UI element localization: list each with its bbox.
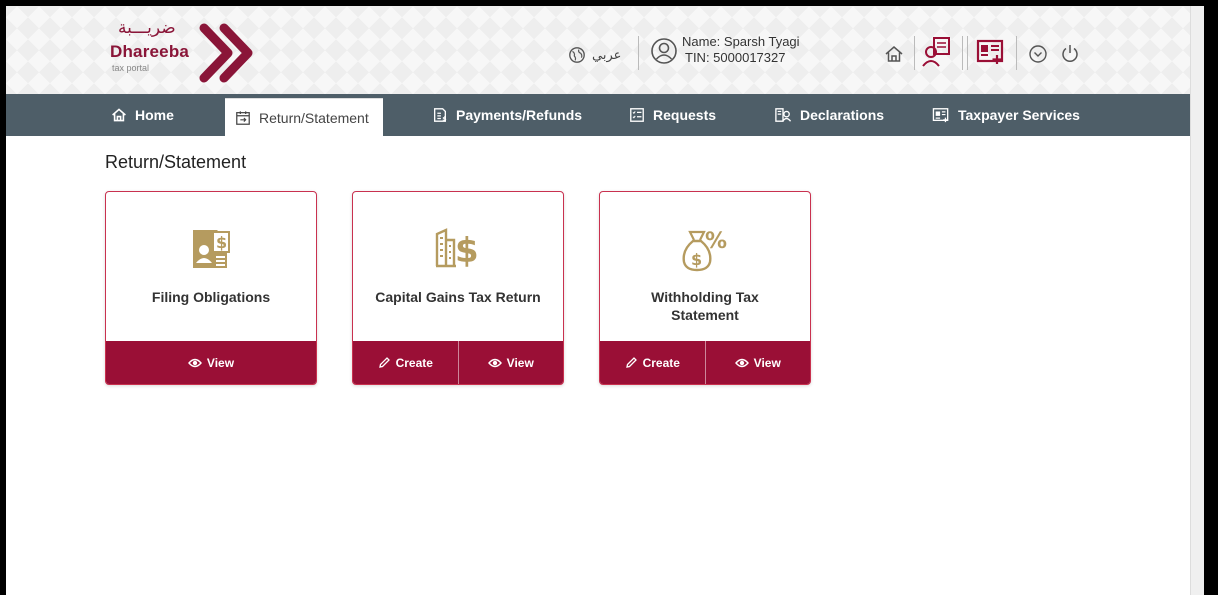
card-capital-gains-tax-return: $ Capital Gains Tax Return Create View xyxy=(352,191,564,385)
money-bag-percent-icon: $ % xyxy=(600,226,810,274)
card-filing-obligations: $ Filing Obligations View xyxy=(105,191,317,385)
svg-text:%: % xyxy=(705,229,727,254)
view-button[interactable]: View xyxy=(106,341,316,384)
view-label: View xyxy=(506,355,534,370)
eye-icon xyxy=(187,358,202,367)
dhareeba-logo[interactable]: ضريـــبة Dhareeba tax portal xyxy=(106,16,266,90)
svg-text:$: $ xyxy=(455,231,479,270)
view-button[interactable]: View xyxy=(457,341,564,384)
header: ضريـــبة Dhareeba tax portal عربي Name: … xyxy=(6,6,1190,94)
language-switch[interactable]: عربي xyxy=(568,46,621,64)
create-button[interactable]: Create xyxy=(353,341,458,384)
card-title: Filing Obligations xyxy=(151,289,271,305)
divider xyxy=(1016,36,1017,70)
language-label: عربي xyxy=(592,47,622,63)
svg-text:$: $ xyxy=(216,233,227,252)
nav-declarations-label: Declarations xyxy=(800,107,885,123)
user-tin: TIN: 5000017327 xyxy=(685,50,786,65)
eye-icon xyxy=(487,358,502,367)
payments-icon: $ xyxy=(434,108,447,122)
building-dollar-icon: $ xyxy=(353,226,563,270)
user-name: Name: Sparsh Tyagi xyxy=(682,34,800,49)
create-button[interactable]: Create xyxy=(600,341,705,384)
card-actions: Create View xyxy=(353,341,563,384)
globe-icon xyxy=(569,47,585,63)
divider xyxy=(962,36,963,70)
filing-document-icon: $ xyxy=(106,226,316,272)
svg-text:$: $ xyxy=(442,115,446,122)
pencil-icon xyxy=(625,357,637,368)
nav-payments-refunds[interactable]: $ Payments/Refunds xyxy=(432,94,582,136)
pencil-icon xyxy=(378,357,390,368)
main-nav: Home Return/Statement $ Payments/Refunds xyxy=(6,94,1190,136)
page-title: Return/Statement xyxy=(105,152,247,172)
nav-return-statement[interactable]: Return/Statement xyxy=(225,98,383,136)
id-card-add-icon[interactable] xyxy=(976,38,1006,66)
nav-payments-refunds-label: Payments/Refunds xyxy=(456,107,583,123)
create-label: Create xyxy=(642,355,680,370)
nav-requests-label: Requests xyxy=(653,107,717,123)
logo-chevron-icon xyxy=(199,23,253,83)
power-icon[interactable] xyxy=(1060,43,1080,63)
eye-icon xyxy=(734,358,749,367)
card-actions: View xyxy=(106,341,316,384)
card-actions: Create View xyxy=(600,341,810,384)
calendar-return-icon xyxy=(236,110,250,125)
logo-subtitle: tax portal xyxy=(112,63,150,73)
services-icon xyxy=(932,108,949,123)
logo-name: Dhareeba xyxy=(110,42,190,61)
divider xyxy=(967,36,968,70)
user-info: Name: Sparsh Tyagi TIN: 5000017327 xyxy=(682,34,800,66)
nav-home-label: Home xyxy=(135,107,174,123)
nav-declarations[interactable]: Declarations xyxy=(774,94,884,136)
create-label: Create xyxy=(395,355,433,370)
card-title: Capital Gains Tax Return xyxy=(375,289,541,305)
view-label: View xyxy=(206,355,235,370)
nav-taxpayer-services[interactable]: Taxpayer Services xyxy=(932,94,1080,136)
user-icon xyxy=(651,38,677,64)
logo-arabic-text: ضريـــبة xyxy=(118,18,176,38)
divider xyxy=(638,36,639,70)
view-label: View xyxy=(753,355,781,370)
declarations-icon xyxy=(775,108,792,122)
vertical-scrollbar[interactable] xyxy=(1190,6,1204,595)
svg-text:$: $ xyxy=(691,250,702,269)
app-window: ضريـــبة Dhareeba tax portal عربي Name: … xyxy=(6,6,1204,595)
home-icon[interactable] xyxy=(884,44,904,64)
account-switch-icon[interactable] xyxy=(922,36,952,68)
nav-requests[interactable]: Requests xyxy=(629,94,716,136)
nav-home[interactable]: Home xyxy=(111,94,174,136)
nav-return-statement-label: Return/Statement xyxy=(259,109,369,126)
card-withholding-tax-statement: $ % Withholding Tax Statement Create Vie… xyxy=(599,191,811,385)
nav-taxpayer-services-label: Taxpayer Services xyxy=(958,107,1080,123)
checklist-icon xyxy=(630,108,644,122)
divider xyxy=(914,36,915,70)
chevron-down-icon[interactable] xyxy=(1028,44,1048,64)
home-icon xyxy=(112,108,126,122)
card-title: Withholding Tax Statement xyxy=(651,289,759,323)
view-button[interactable]: View xyxy=(704,341,811,384)
